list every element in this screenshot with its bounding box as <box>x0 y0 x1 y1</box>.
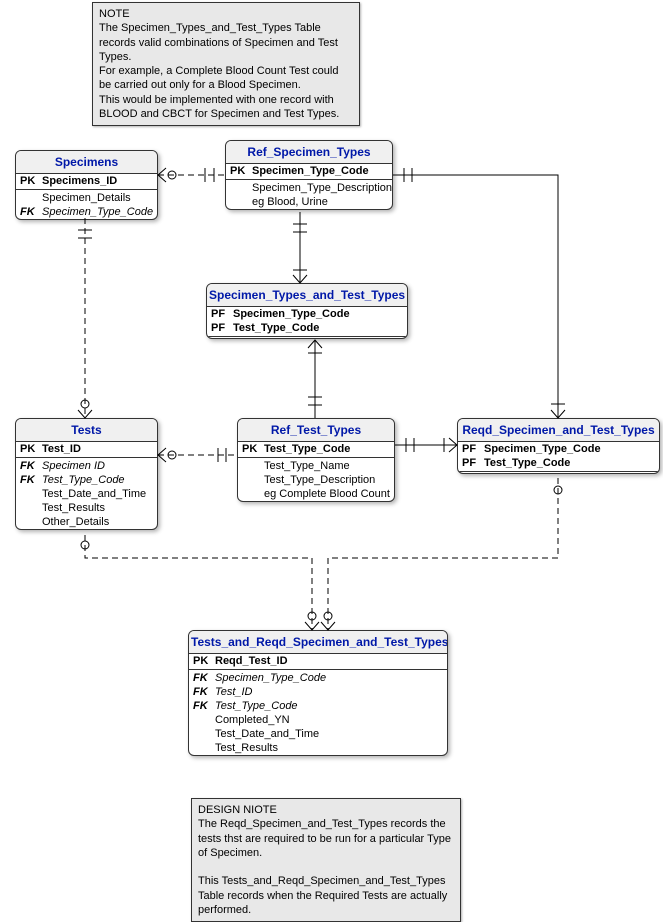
table-row: Test_Type_Description <box>238 473 394 487</box>
entity-tests-and-reqd-specimen-and-test-types: Tests_and_Reqd_Specimen_and_Test_Types P… <box>188 630 448 756</box>
table-row: PKReqd_Test_ID <box>189 654 447 668</box>
table-row: PFTest_Type_Code <box>458 456 659 470</box>
table-row: PFSpecimen_Type_Code <box>207 307 407 321</box>
table-row: PFSpecimen_Type_Code <box>458 442 659 456</box>
entity-tests: Tests PKTest_ID FKSpecimen ID FKTest_Typ… <box>15 418 158 530</box>
entity-title: Ref_Test_Types <box>238 419 394 442</box>
table-row: FKSpecimen ID <box>16 459 157 473</box>
note-bottom: DESIGN NIOTE The Reqd_Specimen_and_Test_… <box>191 798 461 922</box>
table-row: Test_Type_Name <box>238 459 394 473</box>
table-row: Test_Results <box>189 741 447 755</box>
table-row: FKSpecimen_Type_Code <box>189 671 447 685</box>
table-row: Other_Details <box>16 515 157 529</box>
table-row: FKTest_ID <box>189 685 447 699</box>
note-top-line2: For example, a Complete Blood Count Test… <box>99 64 353 93</box>
table-row: Test_Date_and_Time <box>189 727 447 741</box>
table-row: Test_Date_and_Time <box>16 487 157 501</box>
table-row: Completed_YN <box>189 713 447 727</box>
entity-title: Specimen_Types_and_Test_Types <box>207 284 407 307</box>
entity-specimen-types-and-test-types: Specimen_Types_and_Test_Types PFSpecimen… <box>206 283 408 339</box>
table-row: Specimen_Type_Description <box>226 181 392 195</box>
entity-title: Reqd_Specimen_and_Test_Types <box>458 419 659 442</box>
entity-specimens: Specimens PKSpecimens_ID Specimen_Detail… <box>15 150 158 220</box>
entity-title: Tests_and_Reqd_Specimen_and_Test_Types <box>189 631 447 654</box>
table-row: FKTest_Type_Code <box>16 473 157 487</box>
note-top-line1: The Specimen_Types_and_Test_Types Table … <box>99 21 353 64</box>
table-row: eg Complete Blood Count <box>238 487 394 501</box>
note-top-line3: This would be implemented with one recor… <box>99 93 353 122</box>
table-row: PKSpecimen_Type_Code <box>226 164 392 178</box>
note-bottom-line1: The Reqd_Specimen_and_Test_Types records… <box>198 817 454 860</box>
entity-title: Ref_Specimen_Types <box>226 141 392 164</box>
entity-title: Tests <box>16 419 157 442</box>
entity-ref-specimen-types: Ref_Specimen_Types PKSpecimen_Type_Code … <box>225 140 393 210</box>
table-row: Specimen_Details <box>16 191 157 205</box>
table-row: PKTest_Type_Code <box>238 442 394 456</box>
note-top: NOTE The Specimen_Types_and_Test_Types T… <box>92 2 360 126</box>
table-row: FKTest_Type_Code <box>189 699 447 713</box>
note-bottom-line2: This Tests_and_Reqd_Specimen_and_Test_Ty… <box>198 874 454 917</box>
table-row: eg Blood, Urine <box>226 195 392 209</box>
note-top-title: NOTE <box>99 7 353 21</box>
table-row: PKTest_ID <box>16 442 157 456</box>
table-row: Test_Results <box>16 501 157 515</box>
entity-title: Specimens <box>16 151 157 174</box>
entity-ref-test-types: Ref_Test_Types PKTest_Type_Code Test_Typ… <box>237 418 395 502</box>
table-row: PKSpecimens_ID <box>16 174 157 188</box>
note-bottom-title: DESIGN NIOTE <box>198 803 454 817</box>
table-row: PFTest_Type_Code <box>207 321 407 335</box>
entity-reqd-specimen-and-test-types: Reqd_Specimen_and_Test_Types PFSpecimen_… <box>457 418 660 474</box>
table-row: FKSpecimen_Type_Code <box>16 205 157 219</box>
